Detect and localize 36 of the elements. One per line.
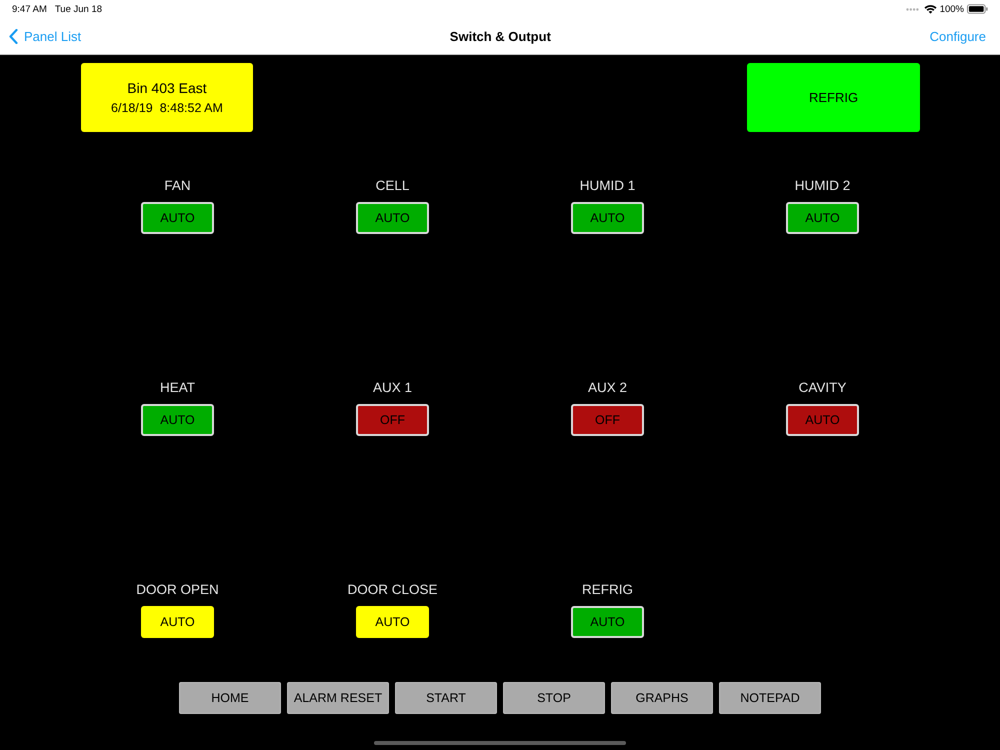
screen-title: Switch & Output xyxy=(448,28,552,44)
output-label: HEAT xyxy=(160,380,195,396)
nav-button[interactable]: HOME xyxy=(179,682,281,714)
output-label: AUX 1 xyxy=(372,380,412,396)
output-label: AUX 2 xyxy=(588,380,628,396)
status-time: 9:47 AM xyxy=(12,4,47,14)
output-mode-button[interactable]: AUTO xyxy=(141,404,214,436)
nav-button[interactable]: GRAPHS xyxy=(611,682,713,714)
battery-percent: 100% xyxy=(940,4,964,14)
mode-indicator: REFRIG xyxy=(747,63,920,132)
output-mode-button[interactable]: AUTO xyxy=(356,606,429,638)
output-mode-button[interactable]: AUTO xyxy=(141,606,214,638)
output-mode-button[interactable]: AUTO xyxy=(571,606,644,638)
output-label: DOOR CLOSE xyxy=(347,582,438,598)
output-label: CELL xyxy=(376,178,410,194)
output-mode-button[interactable]: AUTO xyxy=(141,202,214,234)
output-label: CAVITY xyxy=(798,380,846,396)
nav-button[interactable]: START xyxy=(395,682,497,714)
bin-timestamp: 6/18/19 8:48:52 AM xyxy=(111,101,223,115)
output-label: HUMID 2 xyxy=(794,178,850,194)
nav-button[interactable]: STOP xyxy=(503,682,605,714)
output-mode-button[interactable]: AUTO xyxy=(356,202,429,234)
output-mode-button[interactable]: AUTO xyxy=(571,202,644,234)
battery-icon xyxy=(967,4,988,14)
status-date: Tue Jun 18 xyxy=(54,4,102,14)
output-label: REFRIG xyxy=(582,582,633,598)
output-mode-button[interactable]: AUTO xyxy=(786,202,859,234)
signal-dots-icon xyxy=(906,8,919,10)
chevron-left-icon xyxy=(9,28,18,44)
wifi-icon xyxy=(924,4,937,14)
output-label: DOOR OPEN xyxy=(136,582,219,598)
output-label: FAN xyxy=(164,178,191,194)
bin-name: Bin 403 East xyxy=(127,80,207,96)
nav-button[interactable]: NOTEPAD xyxy=(719,682,821,714)
nav-button[interactable]: ALARM RESET xyxy=(287,682,389,714)
output-label: HUMID 1 xyxy=(580,178,636,194)
